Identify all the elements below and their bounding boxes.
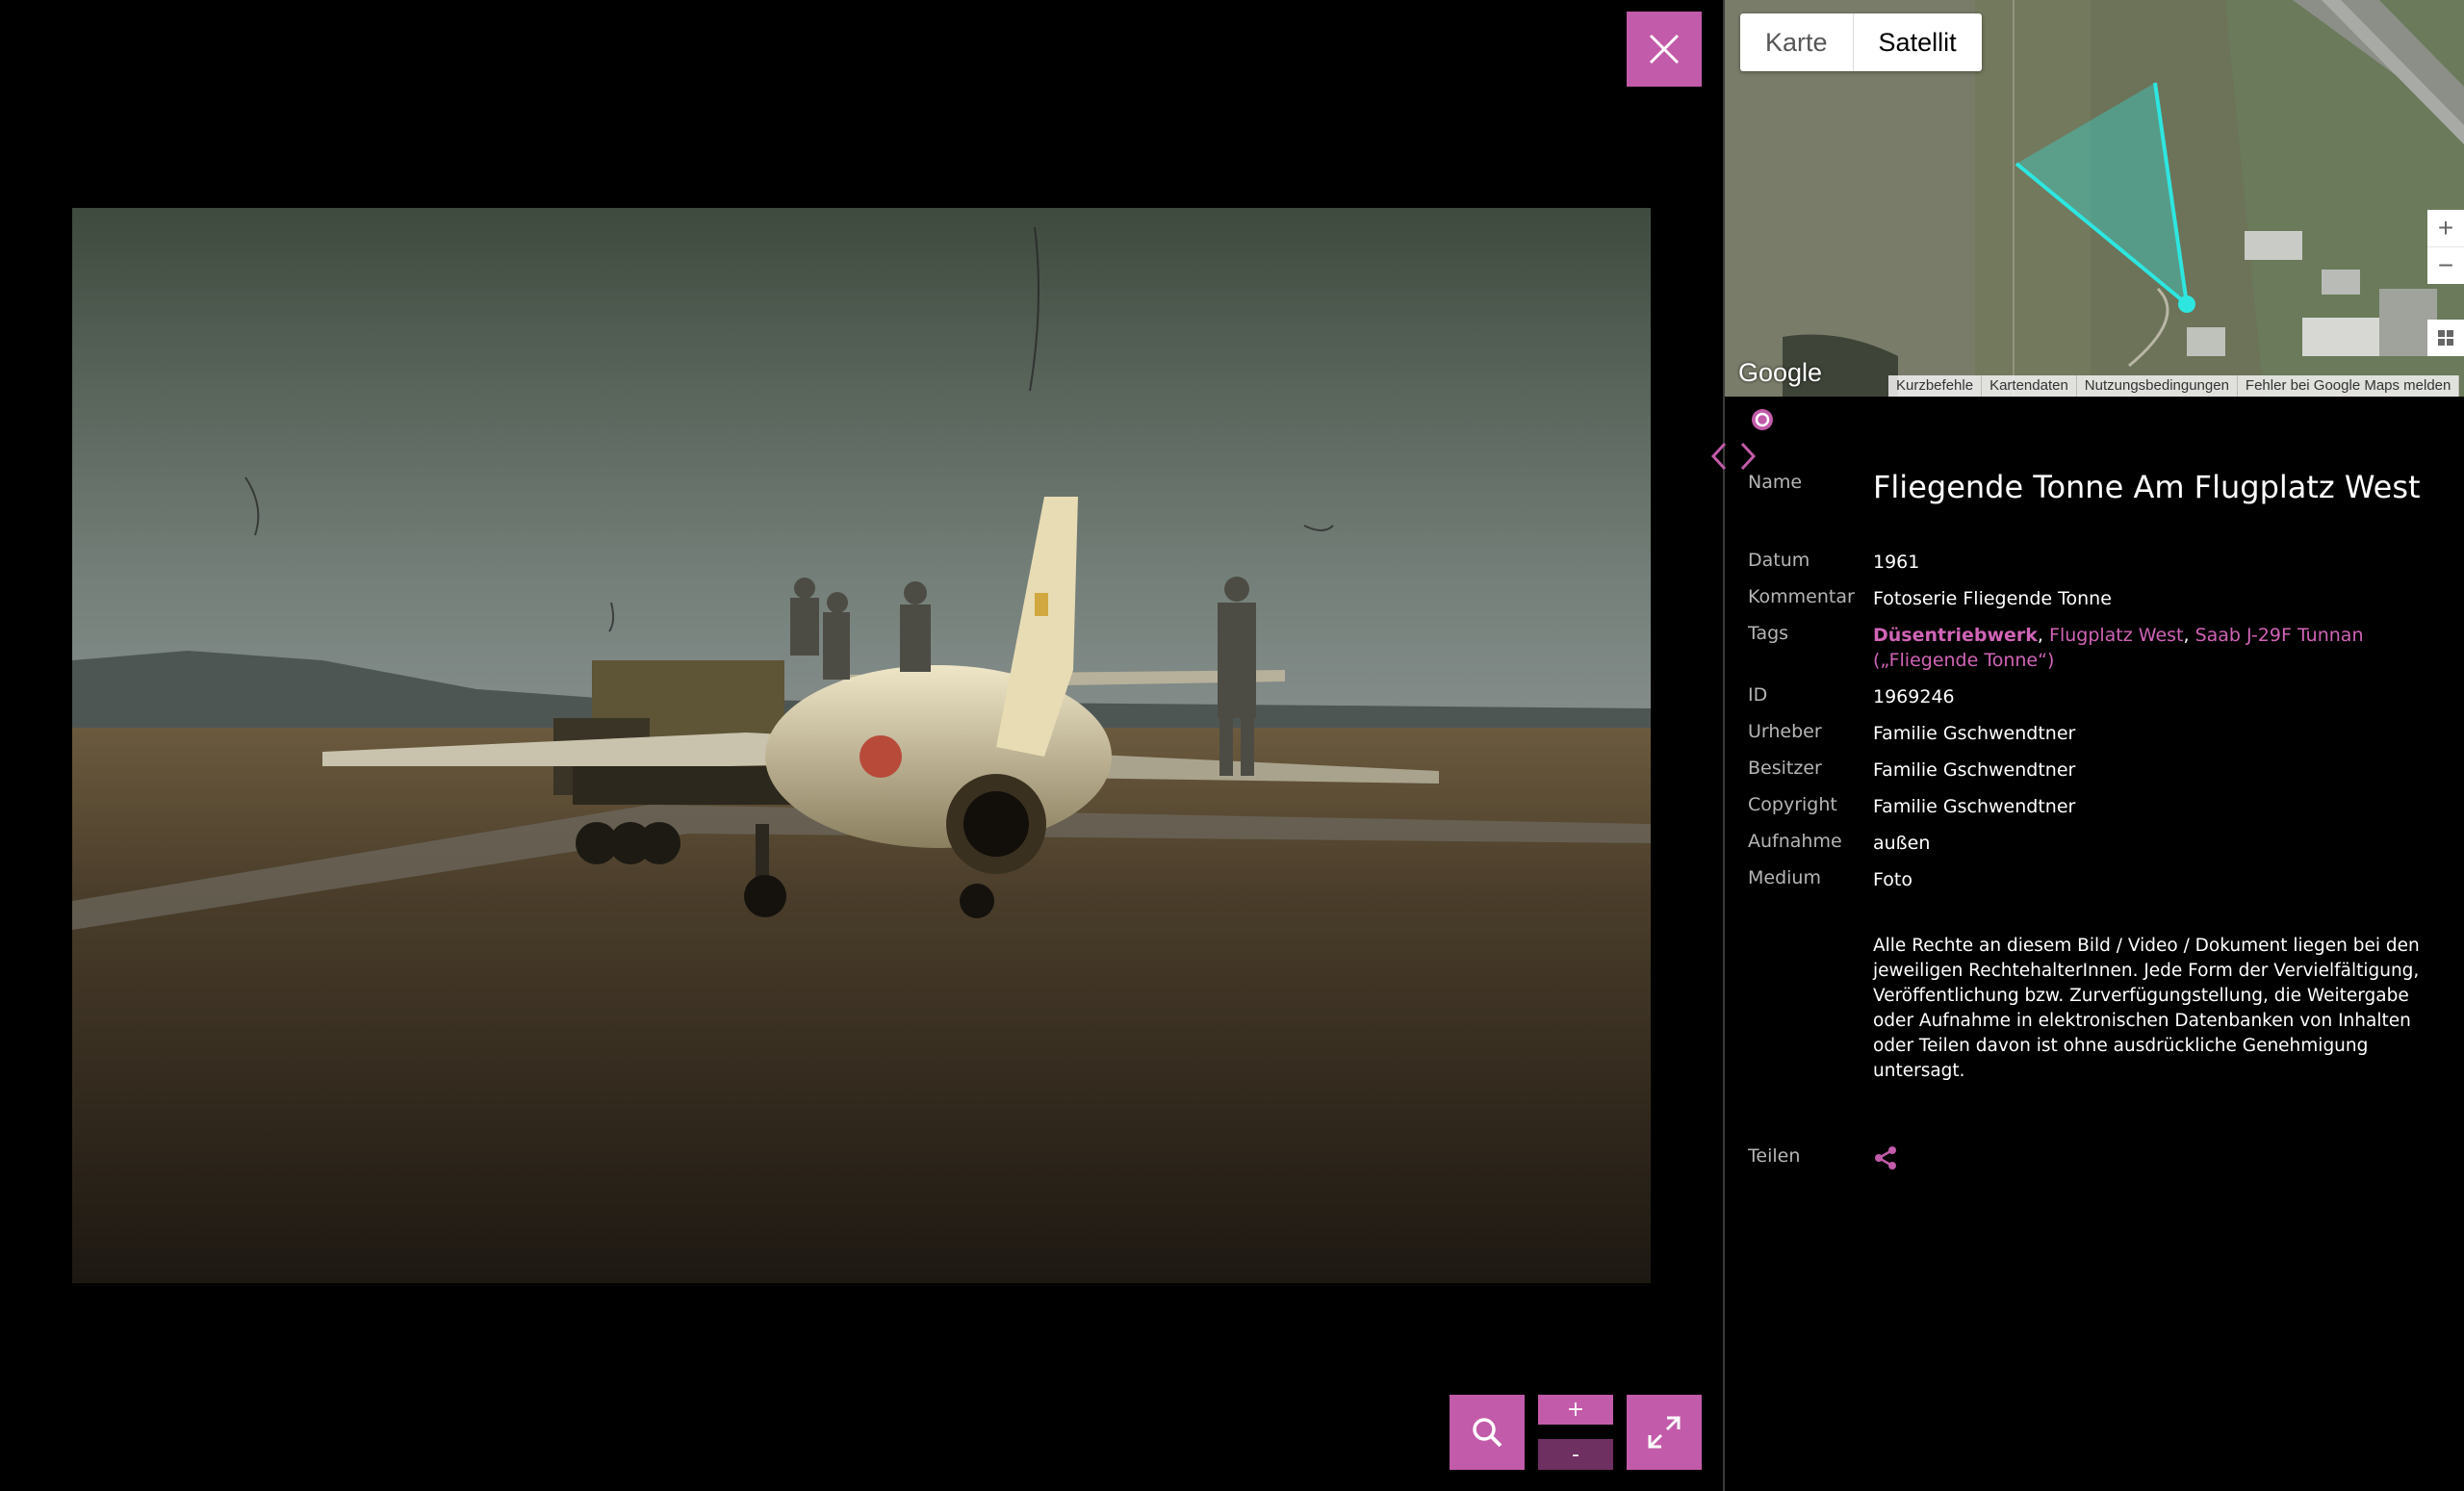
close-icon xyxy=(1649,34,1680,64)
expand-icon xyxy=(1648,1416,1681,1449)
photo[interactable] xyxy=(72,208,1651,1283)
chevron-right-icon xyxy=(1740,442,1757,471)
map-footer-report[interactable]: Fehler bei Google Maps melden xyxy=(2238,375,2460,397)
map-zoom-in-button[interactable]: + xyxy=(2427,210,2464,246)
prev-next-arrows[interactable] xyxy=(1706,440,1763,473)
tag-link[interactable]: Flugplatz West xyxy=(2049,625,2183,646)
locate-target-icon[interactable] xyxy=(1750,407,1775,432)
detail-value: 1961 xyxy=(1873,552,1920,573)
fullscreen-button[interactable] xyxy=(1627,1395,1702,1470)
zoom-out-button[interactable]: - xyxy=(1538,1439,1613,1470)
detail-value: Fotoserie Fliegende Tonne xyxy=(1873,588,2112,609)
map[interactable]: Karte Satellit + − Google Kurzbefehle Ka… xyxy=(1725,0,2464,397)
map-type-switch: Karte Satellit xyxy=(1740,13,1982,71)
detail-value: 1969246 xyxy=(1873,686,1955,707)
detail-label: Copyright xyxy=(1748,794,1837,815)
detail-label: Urheber xyxy=(1748,721,1822,742)
zoom-in-button[interactable]: + xyxy=(1538,1395,1613,1425)
detail-value: Foto xyxy=(1873,869,1912,890)
map-footer-terms[interactable]: Nutzungsbedingungen xyxy=(2077,375,2238,397)
map-tab-satellit[interactable]: Satellit xyxy=(1852,13,1982,71)
tag-list: Düsentriebwerk, Flugplatz West, Saab J-2… xyxy=(1873,625,2364,671)
zoom-search-button[interactable] xyxy=(1450,1395,1525,1470)
detail-label: Besitzer xyxy=(1748,758,1822,779)
image-viewer: + - xyxy=(0,0,1723,1491)
detail-label: Medium xyxy=(1748,867,1821,888)
detail-label: Name xyxy=(1748,472,1803,493)
grid-icon xyxy=(2438,330,2453,346)
detail-label: Datum xyxy=(1748,550,1810,571)
detail-label: ID xyxy=(1748,684,1768,706)
detail-value: Familie Gschwendtner xyxy=(1873,723,2076,744)
detail-value: Familie Gschwendtner xyxy=(1873,759,2076,781)
google-logo: Google xyxy=(1738,358,1823,387)
chevron-left-icon xyxy=(1710,442,1727,471)
map-footer: Kurzbefehle Kartendaten Nutzungsbedingun… xyxy=(1888,375,2460,397)
photo-image xyxy=(72,208,1651,1283)
map-zoom-out-button[interactable]: − xyxy=(2427,246,2464,284)
detail-label: Aufnahme xyxy=(1748,831,1842,852)
info-panel: Karte Satellit + − Google Kurzbefehle Ka… xyxy=(1710,0,2464,1491)
map-layers-button[interactable] xyxy=(2427,320,2464,356)
share-icon xyxy=(1875,1146,1896,1170)
detail-value: außen xyxy=(1873,833,1931,854)
detail-label: Kommentar xyxy=(1748,586,1855,607)
detail-label: Teilen xyxy=(1748,1145,1801,1167)
tag-link[interactable]: Düsentriebwerk xyxy=(1873,625,2038,646)
detail-label: Tags xyxy=(1748,623,1789,644)
close-button[interactable] xyxy=(1627,12,1702,87)
detail-value: Familie Gschwendtner xyxy=(1873,796,2076,817)
rights-notice: Alle Rechte an diesem Bild / Video / Dok… xyxy=(1873,936,2420,1081)
map-footer-shortcuts[interactable]: Kurzbefehle xyxy=(1888,375,1983,397)
search-icon xyxy=(1473,1418,1502,1448)
photo-title: Fliegende Tonne Am Flugplatz West xyxy=(1873,469,2421,505)
map-footer-mapdata[interactable]: Kartendaten xyxy=(1982,375,2077,397)
share-button[interactable] xyxy=(1873,1145,2441,1177)
map-tab-karte[interactable]: Karte xyxy=(1740,13,1853,71)
